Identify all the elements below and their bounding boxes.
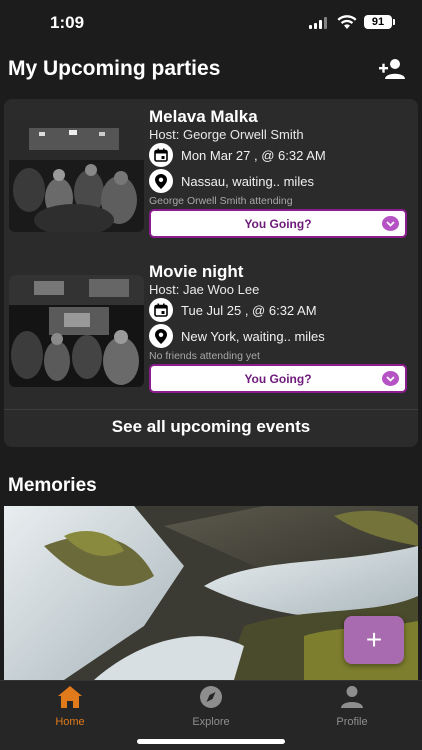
divider <box>4 409 418 410</box>
rsvp-dropdown[interactable]: You Going? <box>149 364 407 393</box>
home-indicator <box>137 739 285 744</box>
party-item[interactable]: Melava Malka Host: George Orwell Smith M… <box>4 99 418 249</box>
party-location: Nassau, waiting.. miles <box>181 173 314 189</box>
add-memory-button[interactable]: + <box>344 616 404 664</box>
rsvp-label: You Going? <box>244 372 312 386</box>
calendar-icon <box>149 298 173 322</box>
person-icon <box>341 686 363 708</box>
location-pin-icon <box>149 169 173 193</box>
person-add-icon[interactable] <box>378 58 406 80</box>
home-icon <box>58 686 82 708</box>
party-date-row: Tue Jul 25 , @ 6:32 AM <box>149 298 317 322</box>
party-host: Host: Jae Woo Lee <box>149 282 260 297</box>
party-host: Host: George Orwell Smith <box>149 127 304 142</box>
memories-title: Memories <box>8 475 97 496</box>
party-title: Movie night <box>149 262 244 281</box>
see-all-events-button[interactable]: See all upcoming events <box>4 417 418 437</box>
cellular-signal-icon <box>309 17 329 29</box>
party-photo[interactable] <box>9 120 144 232</box>
wifi-icon <box>337 15 357 29</box>
tab-label: Profile <box>336 716 368 728</box>
tab-explore[interactable]: Explore <box>166 685 256 735</box>
upcoming-parties-card: Melava Malka Host: George Orwell Smith M… <box>4 99 418 447</box>
chevron-down-icon <box>382 371 399 386</box>
rsvp-label: You Going? <box>244 217 312 231</box>
tab-label: Home <box>55 716 85 728</box>
location-pin-icon <box>149 324 173 348</box>
attending-text: No friends attending yet <box>149 350 260 362</box>
calendar-icon <box>149 143 173 167</box>
party-date: Mon Mar 27 , @ 6:32 AM <box>181 147 326 163</box>
page-title: My Upcoming parties <box>8 57 221 80</box>
tab-profile[interactable]: Profile <box>307 685 397 735</box>
party-item[interactable]: Movie night Host: Jae Woo Lee Tue Jul 25… <box>4 254 418 404</box>
battery-indicator: 91 <box>364 15 395 29</box>
party-location-row: Nassau, waiting.. miles <box>149 169 314 193</box>
party-date-row: Mon Mar 27 , @ 6:32 AM <box>149 143 326 167</box>
tab-label: Explore <box>192 716 230 728</box>
party-photo[interactable] <box>9 275 144 387</box>
party-location-row: New York, waiting.. miles <box>149 324 325 348</box>
status-bar: 1:09 91 <box>0 0 422 44</box>
compass-icon <box>200 686 222 708</box>
tab-bar: Home Explore Profile <box>0 680 422 750</box>
attending-text: George Orwell Smith attending <box>149 195 293 207</box>
rsvp-dropdown[interactable]: You Going? <box>149 209 407 238</box>
status-time: 1:09 <box>50 13 85 32</box>
chevron-down-icon <box>382 216 399 231</box>
party-date: Tue Jul 25 , @ 6:32 AM <box>181 302 317 318</box>
tab-home[interactable]: Home <box>25 685 115 735</box>
party-location: New York, waiting.. miles <box>181 328 325 344</box>
party-title: Melava Malka <box>149 107 258 126</box>
